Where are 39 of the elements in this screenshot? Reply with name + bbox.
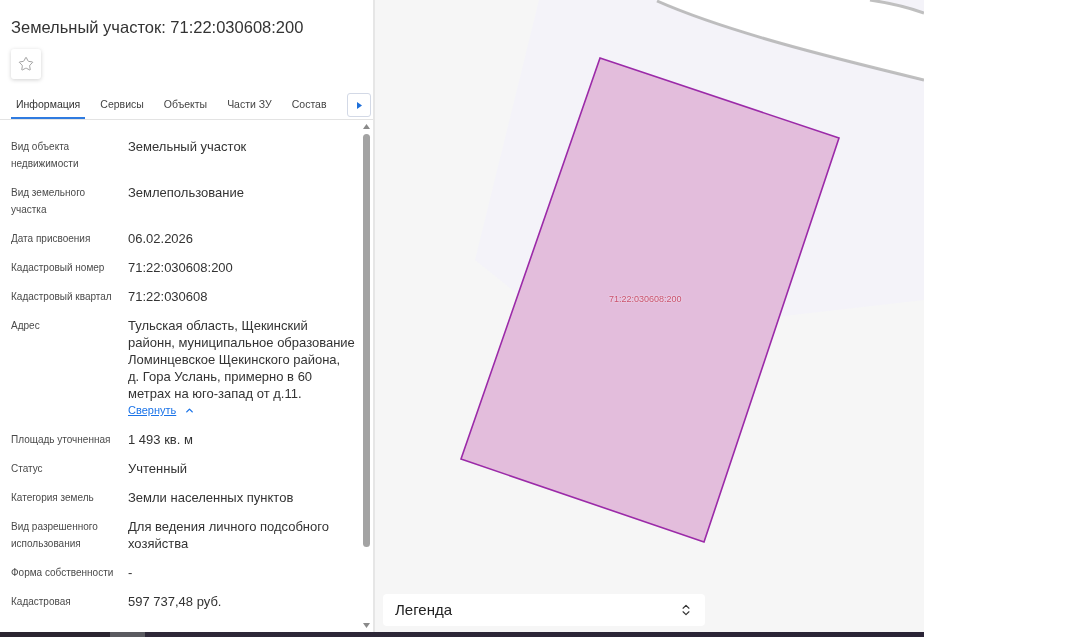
field-label: Адрес <box>11 319 41 333</box>
field-label: Дата присвоения <box>11 232 92 246</box>
tab[interactable]: Сервисы <box>95 92 149 119</box>
field-value: Учтенный <box>128 460 189 477</box>
field-label: Категория земель <box>11 491 95 505</box>
field-value: 1 493 кв. м <box>128 431 194 448</box>
field-value: 71:22:030608 <box>128 288 209 305</box>
field-label: Кадастровый квартал <box>11 290 113 304</box>
field-value: Земельный участок <box>128 138 248 156</box>
field-label: Кадастровая <box>11 595 72 609</box>
field-label: Вид объекта недвижимости <box>11 140 80 171</box>
field-label: Вид разрешенного использования <box>11 520 99 551</box>
field-value: Для ведения личного подсобного хозяйства <box>128 518 330 552</box>
address-value: Тульская область, Щекинский районн, муниципальное образование Ломинцевское Щекинского района, д. Гора Услань, примерно в 60 метрах на юго-запад от д.11. <box>128 317 355 402</box>
field-value: - <box>128 564 134 581</box>
favorite-button[interactable] <box>11 49 41 79</box>
field-label: Площадь уточненная <box>11 433 112 447</box>
field-value: 71:22:030608:200 <box>128 259 234 276</box>
field-value: 597 737,48 руб. <box>128 593 223 610</box>
parcel-label: 71:22:030608:200 <box>609 294 682 305</box>
tab[interactable]: Информация <box>11 92 86 119</box>
legend-select[interactable]: Легенда <box>383 594 705 626</box>
scroll-up-icon[interactable] <box>363 124 370 129</box>
tab[interactable]: Части ЗУ <box>222 92 277 119</box>
tab[interactable]: Объекты <box>158 92 213 119</box>
collapse-link[interactable]: Свернуть <box>128 402 196 419</box>
field-value: 06.02.2026 <box>128 230 195 247</box>
scrollbar-thumb[interactable] <box>363 134 370 547</box>
field-value: Земли населенных пунктов <box>128 489 295 506</box>
field-label: Статус <box>11 462 44 476</box>
tab[interactable]: Состав <box>286 92 332 119</box>
field-label: Кадастровый номер <box>11 261 106 275</box>
tabs-scroll-right-button[interactable] <box>347 93 371 117</box>
field-value: Землепользование <box>128 184 245 202</box>
field-label: Форма собственности <box>11 566 115 580</box>
scroll-down-icon[interactable] <box>363 623 370 628</box>
field-label: Вид земельного участка <box>11 186 87 217</box>
panel-title: Земельный участок: 71:22:030608:200 <box>10 17 305 38</box>
caret-right-icon <box>356 101 362 109</box>
